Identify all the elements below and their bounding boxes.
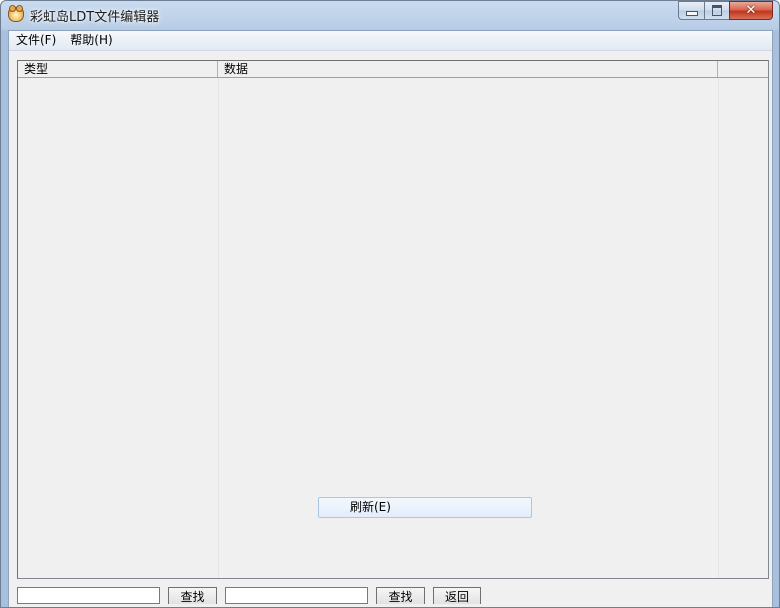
close-button[interactable]: ✕ bbox=[729, 1, 773, 20]
maximize-button[interactable] bbox=[704, 1, 729, 20]
column-header-filler bbox=[718, 61, 768, 77]
menu-help[interactable]: 帮助(H) bbox=[63, 31, 119, 50]
find-button-2[interactable]: 查找 bbox=[376, 587, 425, 604]
column-divider bbox=[718, 78, 719, 578]
search-input-2[interactable] bbox=[225, 587, 368, 604]
minimize-icon bbox=[685, 11, 698, 16]
minimize-button[interactable] bbox=[678, 1, 704, 20]
maximize-icon bbox=[712, 5, 722, 16]
client-area: 文件(F) 帮助(H) 类型 数据 刷新(E) 查找 查找 返回 bbox=[8, 30, 773, 607]
window-title: 彩虹岛LDT文件编辑器 bbox=[30, 10, 160, 25]
data-list-view[interactable]: 类型 数据 刷新(E) bbox=[17, 60, 769, 579]
search-bar: 查找 查找 返回 bbox=[17, 587, 777, 607]
app-window: 彩虹岛LDT文件编辑器 ✕ 文件(F) 帮助(H) 类型 数据 刷新(E) 查找… bbox=[0, 0, 780, 608]
search-input-1[interactable] bbox=[17, 587, 160, 604]
menu-bar: 文件(F) 帮助(H) bbox=[9, 31, 772, 51]
column-header-type[interactable]: 类型 bbox=[18, 61, 218, 77]
refresh-menu-item[interactable]: 刷新(E) bbox=[318, 497, 532, 518]
column-header-data[interactable]: 数据 bbox=[218, 61, 718, 77]
menu-file[interactable]: 文件(F) bbox=[9, 31, 63, 50]
close-icon: ✕ bbox=[745, 3, 757, 18]
bear-icon[interactable] bbox=[8, 5, 24, 22]
list-header: 类型 数据 bbox=[18, 61, 768, 78]
find-button-1[interactable]: 查找 bbox=[168, 587, 217, 604]
back-button[interactable]: 返回 bbox=[433, 587, 481, 604]
caption-buttons: ✕ bbox=[678, 1, 773, 21]
title-bar[interactable]: 彩虹岛LDT文件编辑器 ✕ bbox=[1, 1, 779, 29]
column-divider bbox=[218, 78, 219, 578]
